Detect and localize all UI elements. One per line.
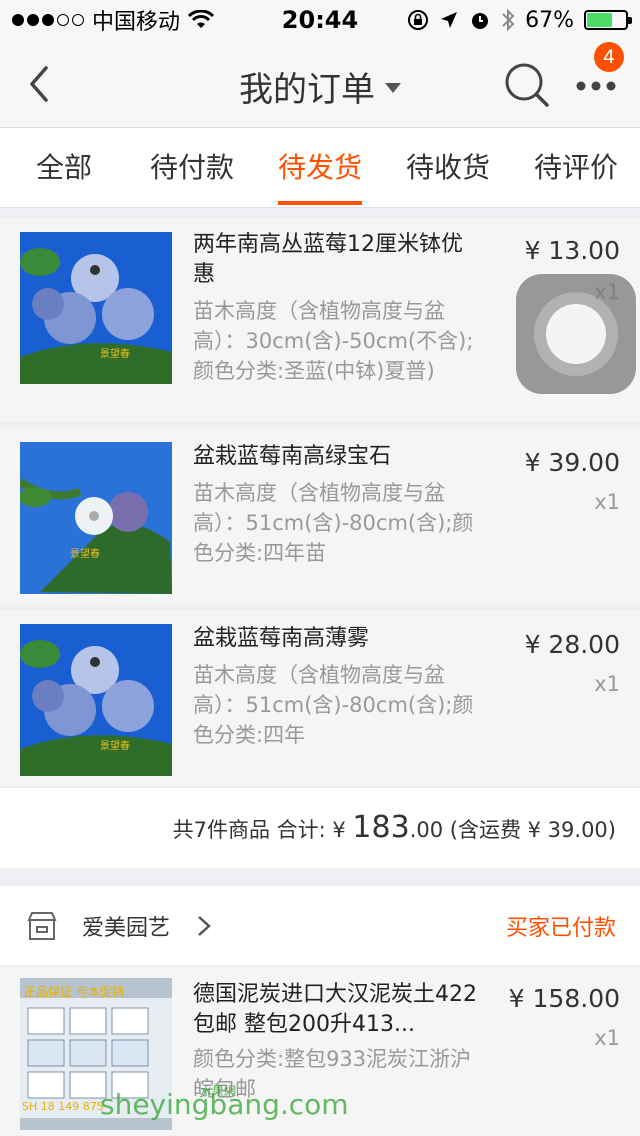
product-image: 景望春	[20, 624, 172, 776]
item-price: ¥ 13.00	[524, 236, 620, 265]
summary-total: 183	[352, 810, 410, 845]
item-quantity: x1	[594, 672, 620, 696]
item-spec: 苗木高度（含植物高度与盆高）：51cm(含)-80cm(含);颜色分类:四年	[193, 663, 474, 747]
item-title: 两年南高丛蓝莓12厘米钵优惠	[193, 232, 463, 287]
tab-all[interactable]: 全部	[0, 128, 128, 207]
item-price: ¥ 39.00	[524, 448, 620, 477]
status-right: 67%	[407, 7, 632, 33]
order-tabs: 全部 待付款 待发货 待收货 待评价	[0, 128, 640, 208]
order-item[interactable]: 景望春 盆栽蓝莓南高薄雾 苗木高度（含植物高度与盆高）：51cm(含)-80cm…	[0, 610, 640, 786]
image-phone-text: SH 18 149 875	[22, 1100, 104, 1113]
summary-shipping: (含运费 ¥ 39.00)	[443, 818, 616, 842]
item-quantity: x1	[594, 490, 620, 514]
page-title-text: 我的订单	[239, 70, 375, 110]
nav-bar: 我的订单 4	[0, 40, 640, 128]
watermark-subtext: 水果網	[200, 1084, 237, 1098]
battery-percent: 67%	[525, 7, 574, 33]
location-icon	[441, 12, 458, 28]
summary-prefix: 共7件商品 合计: ¥	[172, 818, 353, 842]
svg-text:景望春: 景望春	[100, 739, 130, 752]
order-item[interactable]: 景望春 盆栽蓝莓南高绿宝石 苗木高度（含植物高度与盆高）：51cm(含)-80c…	[0, 428, 640, 604]
summary-total-decimal: .00	[409, 818, 444, 842]
item-quantity: x1	[594, 1026, 620, 1050]
bluetooth-icon	[502, 8, 515, 32]
item-spec: 苗木高度（含植物高度与盆高）：51cm(含)-80cm(含);颜色分类:四年苗	[193, 481, 474, 565]
svg-text:景望春: 景望春	[70, 547, 100, 560]
item-title: 盆栽蓝莓南高绿宝石	[193, 444, 392, 469]
chevron-right-icon	[198, 916, 211, 936]
item-price: ¥ 158.00	[508, 984, 620, 1013]
chevron-down-icon	[385, 82, 401, 93]
image-banner-text: 正品保证 亏本促销	[24, 985, 124, 999]
assistive-touch-button[interactable]	[516, 274, 636, 394]
notification-badge: 4	[594, 42, 624, 72]
tab-pending-review[interactable]: 待评价	[512, 128, 640, 207]
tab-pending-shipment[interactable]: 待发货	[256, 128, 384, 207]
order-status: 买家已付款	[505, 916, 616, 941]
item-spec: 苗木高度（含植物高度与盆高）：30cm(含)-50cm(不含);颜色分类:圣蓝(…	[193, 299, 474, 383]
product-image: 景望春	[20, 442, 172, 594]
status-bar: 中国移动 20:44 67%	[0, 0, 640, 40]
watermark: sheyingbang.com 水果網	[100, 1084, 349, 1121]
item-title: 德国泥炭进口大汉泥炭土422包邮 整包200升413...	[193, 982, 477, 1037]
order-summary: 共7件商品 合计: ¥ 183.00 (含运费 ¥ 39.00)	[0, 788, 640, 868]
shop-icon	[27, 912, 57, 940]
tab-pending-payment[interactable]: 待付款	[128, 128, 256, 207]
shop-header[interactable]: 爱美园艺 买家已付款	[0, 886, 640, 966]
tab-pending-receipt[interactable]: 待收货	[384, 128, 512, 207]
search-icon[interactable]	[504, 62, 550, 108]
alarm-icon	[472, 13, 489, 29]
rotation-lock-icon	[408, 10, 429, 30]
shop-name: 爱美园艺	[82, 916, 171, 941]
product-image: 景望春	[20, 232, 172, 384]
svg-text:景望春: 景望春	[100, 347, 130, 360]
more-icon[interactable]	[574, 74, 618, 98]
item-title: 盆栽蓝莓南高薄雾	[193, 626, 370, 651]
battery-icon	[584, 10, 632, 30]
item-price: ¥ 28.00	[524, 630, 620, 659]
